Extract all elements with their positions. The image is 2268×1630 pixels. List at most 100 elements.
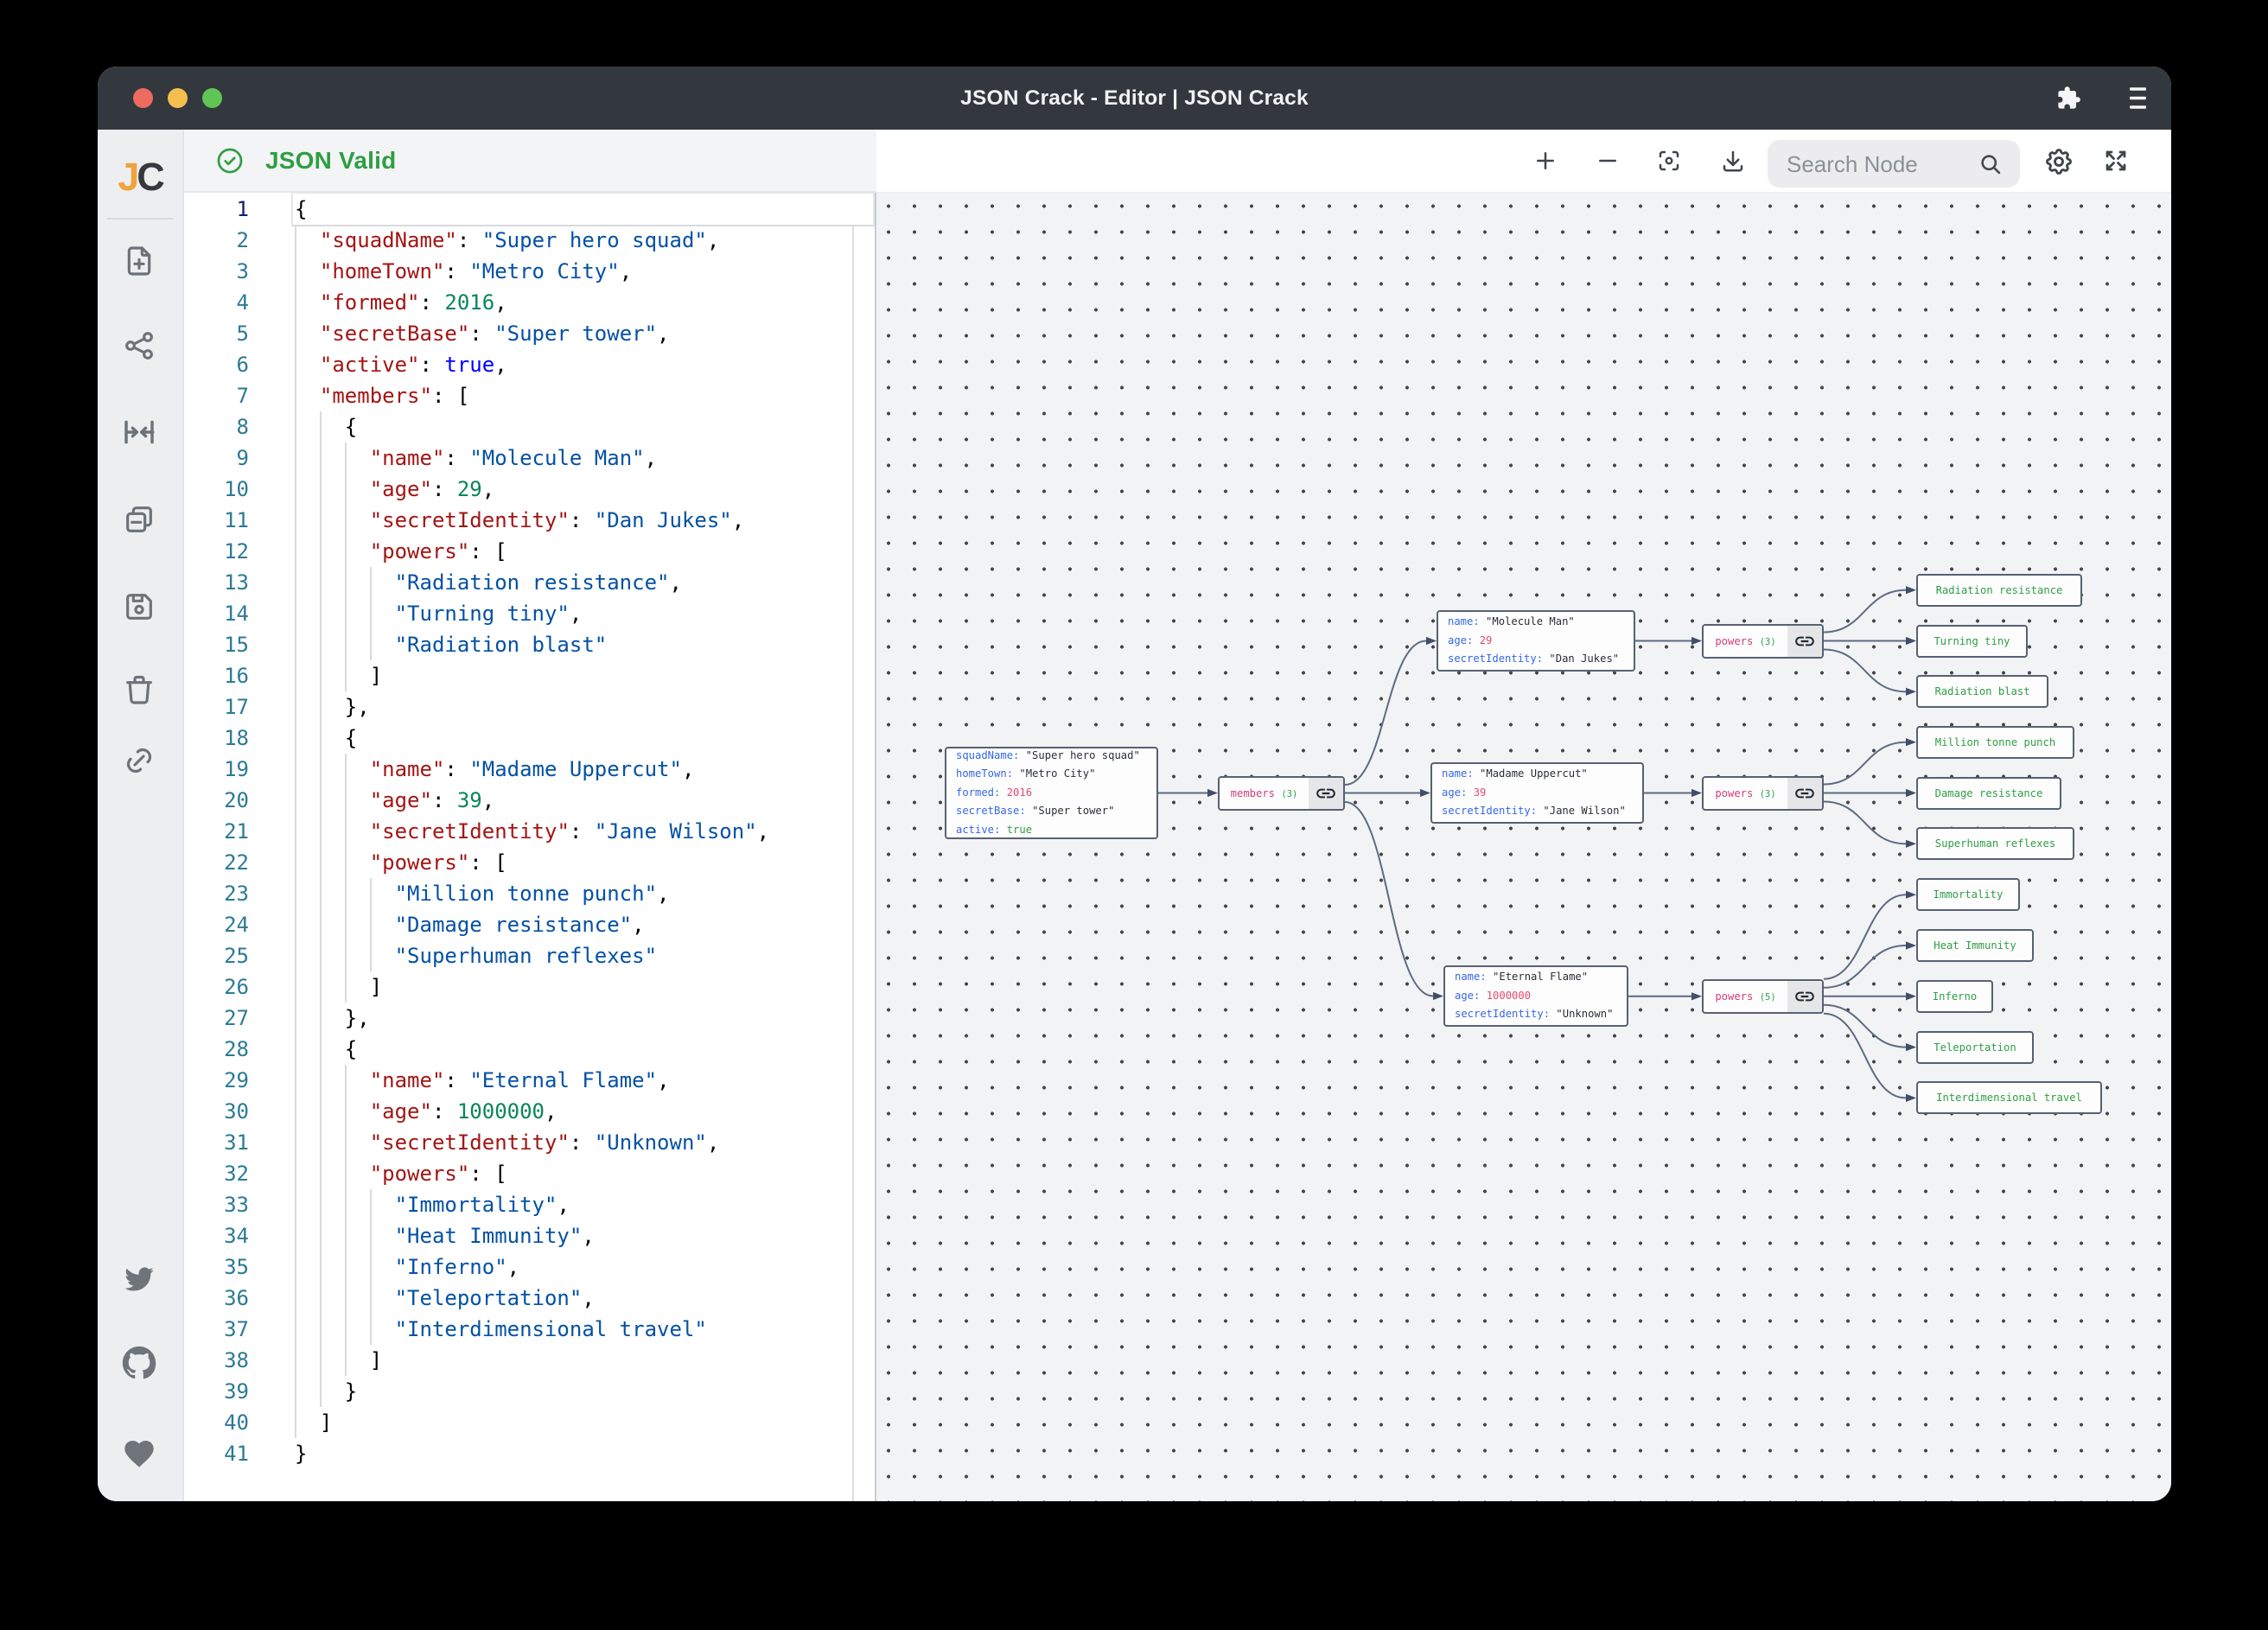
node-row: homeTown: "Metro City" — [956, 765, 1156, 783]
github-icon[interactable] — [122, 1346, 156, 1380]
code-line: "name": "Eternal Flame", — [295, 1065, 670, 1096]
node-row: secretIdentity: "Unknown" — [1455, 1005, 1627, 1023]
graph-node-powers-3[interactable]: powers (5) — [1702, 979, 1824, 1014]
line-number: 22 — [184, 847, 249, 878]
expand-collapse-link-icon[interactable] — [1309, 778, 1343, 809]
graph-node-leaf-interdimensional-travel[interactable]: Interdimensional travel — [1916, 1081, 2102, 1114]
node-text: Radiation resistance — [1936, 584, 2063, 596]
delete-icon[interactable] — [122, 672, 156, 707]
graph-edge — [1824, 946, 1906, 988]
graph-node-leaf-inferno[interactable]: Inferno — [1916, 980, 1993, 1013]
fullscreen-icon[interactable] — [2103, 148, 2129, 174]
code-line: "age": 39, — [295, 785, 494, 816]
line-number: 6 — [184, 349, 249, 380]
expand-collapse-link-icon[interactable] — [1787, 626, 1822, 657]
graph-node-leaf-radiation-resistance[interactable]: Radiation resistance — [1916, 574, 2082, 607]
code-editor[interactable]: 1{2 "squadName": "Super hero squad",3 "h… — [184, 193, 852, 1501]
graph-node-member-3[interactable]: name: "Eternal Flame"age: 1000000secretI… — [1443, 965, 1628, 1027]
graph-node-leaf-immortality[interactable]: Immortality — [1916, 878, 2020, 911]
code-line: "secretIdentity": "Unknown", — [295, 1127, 719, 1158]
code-line: "Damage resistance", — [295, 909, 645, 940]
node-text: Interdimensional travel — [1936, 1092, 2082, 1104]
line-number: 19 — [184, 754, 249, 785]
graph-node-leaf-teleportation[interactable]: Teleportation — [1916, 1031, 2034, 1064]
sidebar-divider — [107, 218, 173, 220]
line-number: 11 — [184, 505, 249, 536]
settings-gear-icon[interactable] — [2043, 146, 2074, 177]
node-row: age: 39 — [1442, 784, 1642, 802]
node-text: Million tonne punch — [1935, 736, 2055, 748]
line-number: 30 — [184, 1096, 249, 1127]
graph-edge — [1824, 802, 1906, 844]
node-text: Superhuman reflexes — [1935, 837, 2055, 850]
code-line: "Immortality", — [295, 1189, 570, 1220]
code-line: ] — [295, 660, 382, 691]
graph-node-leaf-radiation-blast[interactable]: Radiation blast — [1916, 675, 2048, 708]
graph-node-root[interactable]: squadName: "Super hero squad"homeTown: "… — [945, 747, 1158, 839]
graph-toolbar — [876, 130, 2171, 194]
link-icon[interactable] — [122, 743, 156, 778]
node-text: Heat Immunity — [1934, 939, 2016, 952]
node-label: powers (3) — [1704, 778, 1787, 809]
code-line: { — [295, 194, 307, 225]
line-number: 35 — [184, 1251, 249, 1283]
download-button[interactable] — [1720, 148, 1746, 174]
graph-canvas[interactable]: squadName: "Super hero squad"homeTown: "… — [876, 194, 2171, 1501]
graph-node-powers-1[interactable]: powers (3) — [1702, 624, 1824, 659]
zoom-button[interactable] — [202, 88, 222, 108]
sponsor-heart-icon[interactable] — [122, 1436, 156, 1471]
code-line: "Radiation resistance", — [295, 567, 682, 598]
line-number: 14 — [184, 598, 249, 629]
menu-icon[interactable] — [2130, 86, 2146, 114]
node-label: members (3) — [1220, 778, 1309, 809]
code-line: { — [295, 1034, 357, 1065]
code-line: "age": 29, — [295, 474, 494, 505]
expand-collapse-link-icon[interactable] — [1787, 778, 1822, 809]
graph-node-leaf-turning-tiny[interactable]: Turning tiny — [1916, 625, 2028, 658]
save-icon[interactable] — [122, 589, 156, 624]
graph-edge-arrowhead — [1207, 789, 1218, 797]
graph-node-leaf-damage-resistance[interactable]: Damage resistance — [1916, 777, 2061, 810]
line-number: 18 — [184, 723, 249, 754]
graph-node-members[interactable]: members (3) — [1218, 776, 1345, 811]
fit-width-icon[interactable] — [122, 415, 156, 449]
node-text: Teleportation — [1934, 1041, 2016, 1054]
graph-edge-arrowhead — [1691, 789, 1702, 797]
copy-icon[interactable] — [122, 502, 156, 537]
search-node-box — [1768, 140, 2020, 188]
current-line-highlight — [291, 192, 875, 226]
new-file-icon[interactable] — [122, 244, 156, 278]
search-icon[interactable] — [1978, 152, 2003, 181]
code-line: "formed": 2016, — [295, 287, 507, 318]
graph-node-leaf-superhuman-reflexes[interactable]: Superhuman reflexes — [1916, 827, 2074, 860]
graph-node-powers-2[interactable]: powers (3) — [1702, 776, 1824, 811]
graph-node-member-2[interactable]: name: "Madame Uppercut"age: 39secretIden… — [1430, 762, 1644, 824]
twitter-icon[interactable] — [122, 1262, 156, 1296]
focus-button[interactable] — [1656, 148, 1682, 174]
node-row: age: 1000000 — [1455, 987, 1627, 1005]
line-number: 34 — [184, 1220, 249, 1251]
zoom-out-button[interactable] — [1595, 148, 1621, 174]
minimize-button[interactable] — [168, 88, 188, 108]
valid-check-icon — [215, 146, 245, 180]
line-number: 15 — [184, 629, 249, 660]
zoom-in-button[interactable] — [1532, 148, 1558, 174]
traffic-lights — [133, 88, 222, 108]
graph-edge-arrowhead — [1906, 637, 1916, 645]
expand-collapse-link-icon[interactable] — [1787, 981, 1822, 1012]
close-button[interactable] — [133, 88, 153, 108]
line-number: 1 — [184, 194, 249, 225]
graph-node-leaf-million-tonne-punch[interactable]: Million tonne punch — [1916, 726, 2074, 759]
search-node-input[interactable] — [1785, 140, 1970, 189]
code-line: "Million tonne punch", — [295, 878, 669, 909]
jsoncrack-logo[interactable]: JC — [98, 155, 182, 200]
graph-node-leaf-heat-immunity[interactable]: Heat Immunity — [1916, 929, 2034, 962]
share-icon[interactable] — [122, 328, 156, 363]
puzzle-icon[interactable] — [2056, 86, 2081, 115]
line-number: 32 — [184, 1158, 249, 1189]
graph-node-member-1[interactable]: name: "Molecule Man"age: 29secretIdentit… — [1437, 610, 1635, 672]
line-number: 9 — [184, 443, 249, 474]
code-line: "Heat Immunity", — [295, 1220, 595, 1251]
pane-divider[interactable] — [852, 130, 876, 1501]
line-number: 41 — [184, 1438, 249, 1469]
